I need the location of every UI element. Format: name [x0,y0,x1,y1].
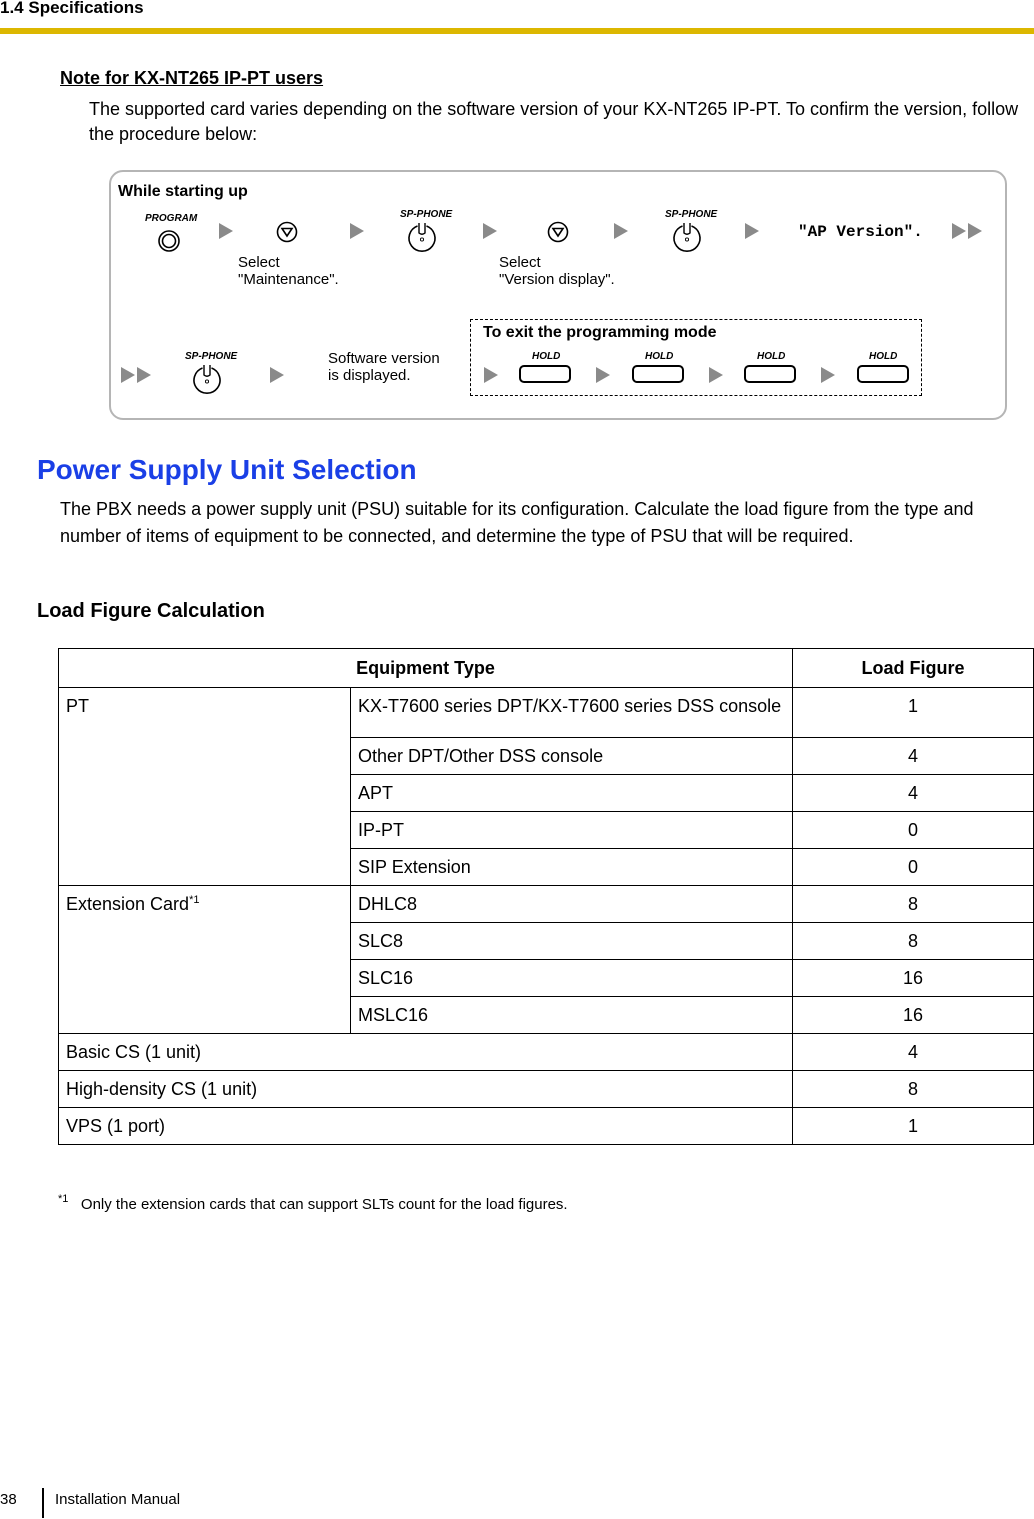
table-row: Basic CS (1 unit) 4 [58,1033,1034,1071]
table-footnote: *1 Only the extension cards that can sup… [58,1193,568,1213]
double-arrow-icon [952,223,966,239]
arrow-icon [821,367,835,383]
table-row: Extension Card*1 DHLC8 8 [58,885,1034,1034]
program-key-label: PROGRAM [145,213,198,224]
load-value-cell: 1 [792,1107,1034,1145]
arrow-icon [484,367,498,383]
load-value-cell: 16 [792,959,1034,997]
load-value-cell: 0 [792,848,1034,886]
note-title: Note for KX-NT265 IP-PT users [60,68,324,88]
sp-phone-key-label: SP-PHONE [400,209,453,220]
equipment-cell: APT [350,774,793,812]
table-row: PT KX-T7600 series DPT/KX-T7600 series D… [58,687,1034,886]
equipment-cell: MSLC16 [350,996,793,1034]
start-label: While starting up [118,183,248,200]
step-select-version-display: Select "Version display". [499,254,615,288]
navigator-down-icon [276,221,298,243]
load-value-cell: 4 [792,774,1034,812]
equipment-cell: SLC8 [350,922,793,960]
arrow-icon [483,223,497,239]
equipment-cell: SIP Extension [350,848,793,886]
load-value-cell: 1 [792,687,1034,738]
hold-key-icon [632,365,684,383]
equipment-cell: High-density CS (1 unit) [58,1070,793,1108]
arrow-icon [709,367,723,383]
hold-key-icon [857,365,909,383]
load-value-cell: 16 [792,996,1034,1034]
table-row: High-density CS (1 unit) 8 [58,1070,1034,1108]
load-value-cell: 8 [792,1070,1034,1108]
section-header: 1.4 Specifications [0,0,144,17]
header-rule [0,28,1034,34]
sp-phone-key-label: SP-PHONE [185,351,238,362]
double-arrow-icon [968,223,982,239]
arrow-icon [614,223,628,239]
navigator-down-icon [547,221,569,243]
footnote-ref: *1 [189,894,200,906]
equipment-cell: SLC16 [350,959,793,997]
arrow-icon [350,223,364,239]
category-cell: Extension Card*1 [58,885,351,1034]
arrow-icon [270,367,284,383]
hold-key-label: HOLD [869,351,898,362]
table-header-row: Equipment Type Load Figure [58,648,1034,688]
double-arrow-icon [121,367,135,383]
hold-key-icon [519,365,571,383]
arrow-icon [219,223,233,239]
psu-section-title: Power Supply Unit Selection [37,454,417,485]
result-software-version-displayed: Software version is displayed. [328,350,440,384]
table-row: VPS (1 port) 1 [58,1107,1034,1145]
sp-phone-key-label: SP-PHONE [665,209,718,220]
arrow-icon [596,367,610,383]
load-value-cell: 8 [792,885,1034,923]
sp-phone-button-icon [673,223,701,252]
arrow-icon [745,223,759,239]
load-value-cell: 4 [792,737,1034,775]
hold-key-label: HOLD [532,351,561,362]
display-text-ap-version: "AP Version". [798,223,923,241]
psu-description: The PBX needs a power supply unit (PSU) … [60,499,974,546]
equipment-cell: Basic CS (1 unit) [58,1033,793,1071]
sp-phone-button-icon [193,365,221,394]
page-number: 38 [0,1491,17,1508]
load-figure-table: Equipment Type Load Figure PT KX-T7600 s… [58,648,1034,1145]
program-button-icon [158,230,180,252]
load-value-cell: 8 [792,922,1034,960]
note-body: The supported card varies depending on t… [89,99,1019,144]
load-figure-title: Load Figure Calculation [37,600,265,622]
equipment-cell: IP-PT [350,811,793,849]
header-load-figure: Load Figure [792,648,1034,688]
category-cell: PT [58,687,351,886]
header-equipment-type: Equipment Type [58,648,793,688]
sp-phone-button-icon [408,223,436,252]
exit-label: To exit the programming mode [483,324,717,341]
step-select-maintenance: Select "Maintenance". [238,254,339,288]
hold-key-label: HOLD [645,351,674,362]
double-arrow-icon [137,367,151,383]
equipment-cell: Other DPT/Other DSS console [350,737,793,775]
load-value-cell: 0 [792,811,1034,849]
hold-key-icon [744,365,796,383]
load-value-cell: 4 [792,1033,1034,1071]
equipment-cell: DHLC8 [350,885,793,923]
footnote-marker: *1 [58,1193,69,1205]
equipment-cell: VPS (1 port) [58,1107,793,1145]
footer-divider [42,1488,44,1518]
manual-title: Installation Manual [55,1491,181,1508]
equipment-cell: KX-T7600 series DPT/KX-T7600 series DSS … [350,687,793,738]
hold-key-label: HOLD [757,351,786,362]
